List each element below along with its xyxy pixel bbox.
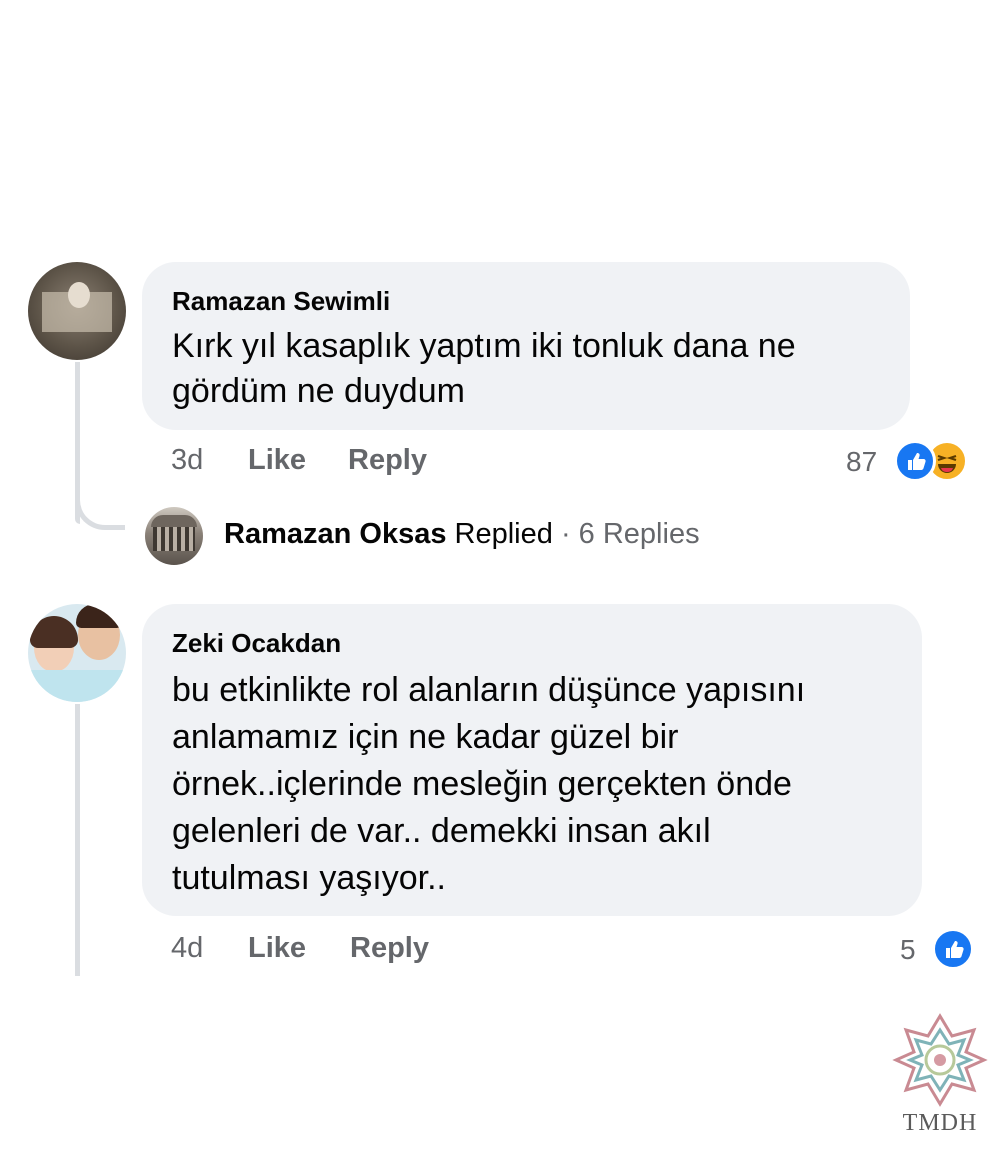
- comment-bubble: Ramazan Sewimli Kırk yıl kasaplık yaptım…: [142, 262, 910, 430]
- like-button[interactable]: Like: [248, 932, 306, 965]
- comment-text-line: tutulması yaşıyor..: [172, 859, 446, 897]
- avatar-zeki-ocakdan[interactable]: [28, 604, 126, 702]
- reaction-summary[interactable]: 87: [846, 440, 976, 484]
- comment-text-line: anlamamız için ne kadar güzel bir: [172, 718, 679, 756]
- thread-connector: [75, 470, 125, 530]
- reaction-count: 5: [900, 934, 916, 965]
- reaction-count: 87: [846, 446, 878, 477]
- tmdh-logo: TMDH: [888, 1010, 992, 1142]
- view-replies-link[interactable]: Ramazan Oksas Replied · 6 Replies: [224, 518, 700, 551]
- reply-count: 6 Replies: [578, 518, 700, 550]
- comment-text-line: gelenleri de var.. demekki insan akıl: [172, 812, 711, 850]
- comment-text-line: gördüm ne duydum: [172, 372, 465, 410]
- mandala-icon: [892, 1013, 988, 1107]
- replied-label: Replied: [454, 518, 553, 550]
- comment-text-line: bu etkinlikte rol alanların düşünce yapı…: [172, 671, 806, 709]
- comment-bubble: Zeki Ocakdan bu etkinlikte rol alanların…: [142, 604, 922, 916]
- watermark-text: TMDH: [902, 1110, 978, 1136]
- reaction-summary[interactable]: 5: [900, 928, 980, 972]
- like-button[interactable]: Like: [248, 444, 306, 477]
- avatar-ramazan-sewimli[interactable]: [28, 262, 126, 360]
- comment-author[interactable]: Zeki Ocakdan: [172, 628, 341, 659]
- reply-button[interactable]: Reply: [348, 444, 427, 477]
- like-icon: [932, 928, 974, 970]
- thread-line: [75, 704, 80, 976]
- like-icon: [894, 440, 936, 482]
- comment-author[interactable]: Ramazan Sewimli: [172, 286, 390, 317]
- comment-text-line: örnek..içlerinde mesleğin gerçekten önde: [172, 765, 792, 803]
- separator: ·: [560, 518, 571, 550]
- avatar-ramazan-oksas[interactable]: [145, 507, 203, 565]
- comment-text-line: Kırk yıl kasaplık yaptım iki tonluk dana…: [172, 327, 796, 365]
- replier-name: Ramazan Oksas: [224, 518, 447, 550]
- comment-time[interactable]: 3d: [171, 444, 203, 477]
- reply-button[interactable]: Reply: [350, 932, 429, 965]
- comment-time[interactable]: 4d: [171, 932, 203, 965]
